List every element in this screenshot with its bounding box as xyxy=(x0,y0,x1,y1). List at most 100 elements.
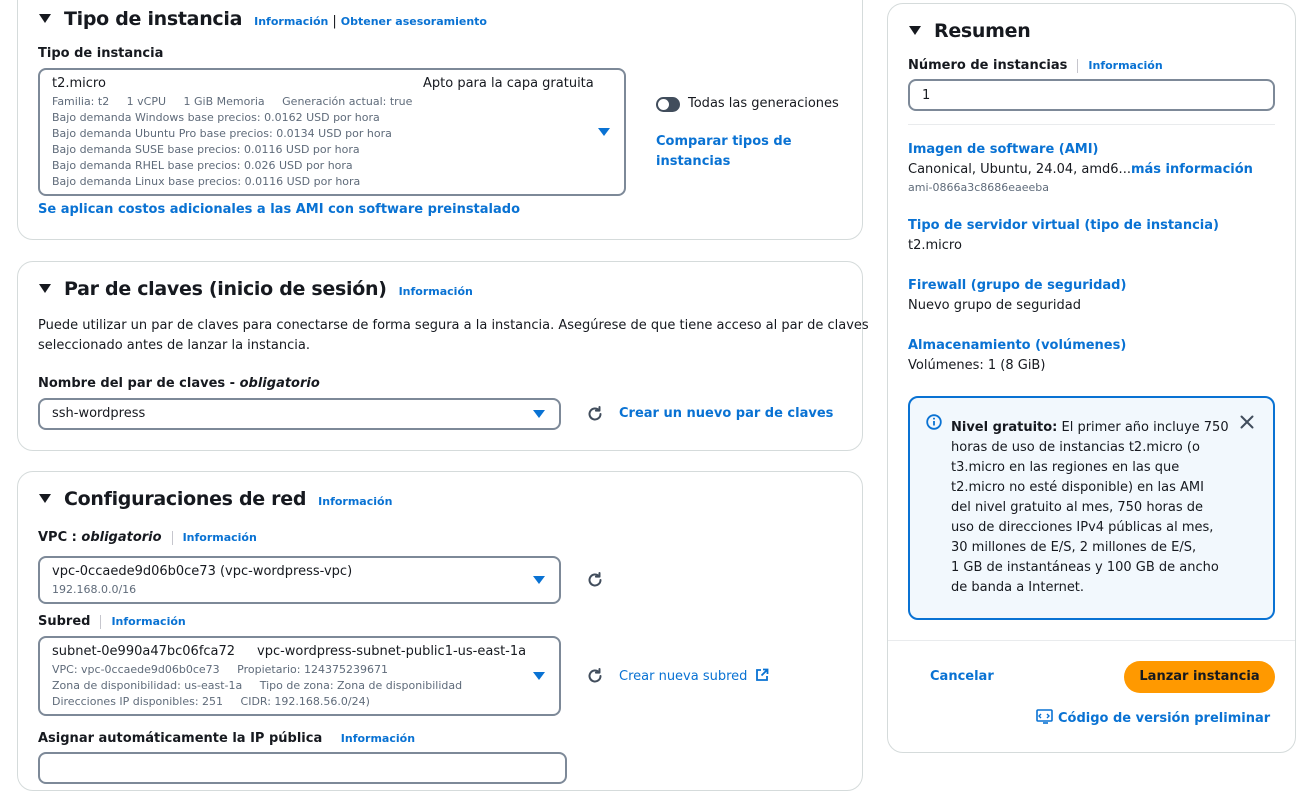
selected-key-pair: ssh-wordpress xyxy=(52,406,146,421)
info-link[interactable]: Información xyxy=(399,285,473,298)
label-text: Subred xyxy=(38,614,91,629)
subnet-name: vpc-wordpress-subnet-public1-us-east-1a xyxy=(257,644,527,659)
link-text: Crear nueva subred xyxy=(619,669,748,684)
instance-type-label: Tipo de instancia xyxy=(38,46,164,61)
label-text: Nombre del par de claves - xyxy=(38,376,240,391)
summary-divider xyxy=(908,124,1275,125)
refresh-icon[interactable] xyxy=(585,570,605,590)
alert-line: t2.micro no esté disponible) en las AMI xyxy=(951,480,1204,495)
firewall-link[interactable]: Firewall (grupo de seguridad) xyxy=(908,278,1126,293)
vpc-cidr: 192.168.0.0/16 xyxy=(52,583,137,596)
divider xyxy=(1077,58,1079,73)
external-link-icon xyxy=(755,668,768,681)
pricing-line: Bajo demanda Linux base precios: 0.0116 … xyxy=(52,175,361,188)
close-icon[interactable] xyxy=(1240,415,1254,429)
collapse-triangle-icon[interactable] xyxy=(39,14,51,23)
label-text: Asignar automáticamente la IP pública xyxy=(38,731,323,746)
collapse-triangle-icon[interactable] xyxy=(39,494,51,503)
instance-count-input[interactable] xyxy=(908,79,1275,111)
collapse-triangle-icon[interactable] xyxy=(909,26,921,35)
alert-bold: Nivel gratuito: xyxy=(951,420,1058,435)
ami-more-info-link[interactable]: más información xyxy=(1131,162,1253,177)
required-marker: obligatorio xyxy=(81,530,162,545)
cancel-button[interactable]: Cancelar xyxy=(930,669,994,684)
alert-line: uso de direcciones IPv4 públicas al mes, xyxy=(951,520,1214,535)
key-pair-name-label: Nombre del par de claves - obligatorio xyxy=(38,376,320,391)
network-header[interactable]: Configuraciones de red Información xyxy=(39,488,392,510)
caret-down-icon[interactable] xyxy=(533,576,545,584)
description-line-1: Puede utilizar un par de claves para con… xyxy=(38,318,869,333)
free-tier-alert-text: Nivel gratuito: El primer año incluye 75… xyxy=(951,418,1229,598)
pricing-line: Bajo demanda Ubuntu Pro base precios: 0.… xyxy=(52,127,392,140)
label-text: Número de instancias xyxy=(908,58,1068,73)
info-circle-icon xyxy=(926,414,942,430)
subnet-id: subnet-0e990a47bc06fca72 xyxy=(52,644,236,659)
all-generations-toggle[interactable] xyxy=(656,97,680,112)
selected-instance-type: t2.micro xyxy=(52,76,106,91)
vpc-label: VPC : obligatorio Información xyxy=(38,530,257,545)
create-key-pair-link[interactable]: Crear un nuevo par de claves xyxy=(619,406,833,421)
alert-line: del nivel gratuito al mes, 750 horas de xyxy=(951,500,1203,515)
instance-count-value: 1 xyxy=(922,88,931,103)
pricing-line: Bajo demanda Windows base precios: 0.016… xyxy=(52,111,380,124)
additional-costs-link[interactable]: Se aplican costos adicionales a las AMI … xyxy=(38,202,520,217)
launch-instance-button[interactable]: Lanzar instancia xyxy=(1124,661,1275,693)
section-title: Configuraciones de red xyxy=(64,488,307,510)
preview-code-link[interactable]: Código de versión preliminar xyxy=(1036,709,1270,726)
caret-down-icon[interactable] xyxy=(598,128,610,136)
link-text: Código de versión preliminar xyxy=(1058,711,1271,726)
collapse-triangle-icon[interactable] xyxy=(39,284,51,293)
summary-header[interactable]: Resumen xyxy=(909,20,1031,42)
public-ip-select[interactable] xyxy=(38,752,567,784)
section-title: Par de claves (inicio de sesión) xyxy=(64,278,387,300)
compare-line-1: Comparar tipos de xyxy=(656,134,792,149)
instance-type-header[interactable]: Tipo de instancia Información | Obtener … xyxy=(39,8,487,30)
firewall-value: Nuevo grupo de seguridad xyxy=(908,298,1081,313)
compare-line-2: instancias xyxy=(656,154,731,169)
create-subnet-link[interactable]: Crear nueva subred xyxy=(619,668,769,684)
storage-value: Volúmenes: 1 (8 GiB) xyxy=(908,358,1046,373)
subnet-label: Subred Información xyxy=(38,614,186,629)
alert-line: 30 millones de E/S, 2 millones de E/S, xyxy=(951,540,1197,555)
free-tier-badge: Apto para la capa gratuita xyxy=(423,76,594,91)
compare-instance-types-link[interactable]: Comparar tipos de instancias xyxy=(656,132,792,172)
refresh-icon[interactable] xyxy=(585,666,605,686)
instance-count-label: Número de instancias Información xyxy=(908,58,1163,73)
advice-link[interactable]: Obtener asesoramiento xyxy=(341,15,487,28)
instance-type-summary-value: t2.micro xyxy=(908,238,962,253)
key-pair-description: Puede utilizar un par de claves para con… xyxy=(38,316,869,356)
pricing-line: Bajo demanda RHEL base precios: 0.026 US… xyxy=(52,159,353,172)
instance-type-summary-link[interactable]: Tipo de servidor virtual (tipo de instan… xyxy=(908,218,1219,233)
alert-line: t3.micro en las regiones en las que xyxy=(951,460,1180,475)
info-link[interactable]: Información xyxy=(1088,59,1162,72)
alert-line: 1 GB de instantáneas y 100 GB de ancho xyxy=(951,560,1219,575)
storage-link[interactable]: Almacenamiento (volúmenes) xyxy=(908,338,1126,353)
description-line-2: seleccionado antes de lanzar la instanci… xyxy=(38,338,310,353)
public-ip-label: Asignar automáticamente la IP pública In… xyxy=(38,731,415,746)
info-link[interactable]: Información xyxy=(254,15,328,28)
footer-divider xyxy=(888,640,1295,641)
alert-line: de banda a Internet. xyxy=(951,580,1085,595)
divider xyxy=(171,530,173,545)
instance-specs: Familia: t2 1 vCPU 1 GiB Memoria Generac… xyxy=(52,95,413,108)
ami-value: Canonical, Ubuntu, 24.04, amd6...más inf… xyxy=(908,162,1253,177)
key-pair-header[interactable]: Par de claves (inicio de sesión) Informa… xyxy=(39,278,473,300)
alert-line: horas de uso de instancias t2.micro (o xyxy=(951,440,1200,455)
caret-down-icon[interactable] xyxy=(533,672,545,680)
caret-down-icon[interactable] xyxy=(533,410,545,418)
ami-link[interactable]: Imagen de software (AMI) xyxy=(908,142,1099,157)
ami-id: ami-0866a3c8686eaeeba xyxy=(908,181,1050,194)
selected-vpc: vpc-0ccaede9d06b0ce73 (vpc-wordpress-vpc… xyxy=(52,564,353,579)
info-link[interactable]: Información xyxy=(111,615,185,628)
label-text: VPC : xyxy=(38,530,82,545)
refresh-icon[interactable] xyxy=(585,404,605,424)
info-link[interactable]: Información xyxy=(341,732,415,745)
required-marker: obligatorio xyxy=(239,376,320,391)
section-title: Tipo de instancia xyxy=(64,8,243,30)
subnet-vpc-owner: VPC: vpc-0ccaede9d06b0ce73 Propietario: … xyxy=(52,663,388,676)
divider xyxy=(100,614,102,629)
subnet-zone: Zona de disponibilidad: us-east-1a Tipo … xyxy=(52,679,463,692)
info-link[interactable]: Información xyxy=(183,531,257,544)
info-link[interactable]: Información xyxy=(318,495,392,508)
subnet-ips: Direcciones IP disponibles: 251 CIDR: 19… xyxy=(52,695,370,708)
